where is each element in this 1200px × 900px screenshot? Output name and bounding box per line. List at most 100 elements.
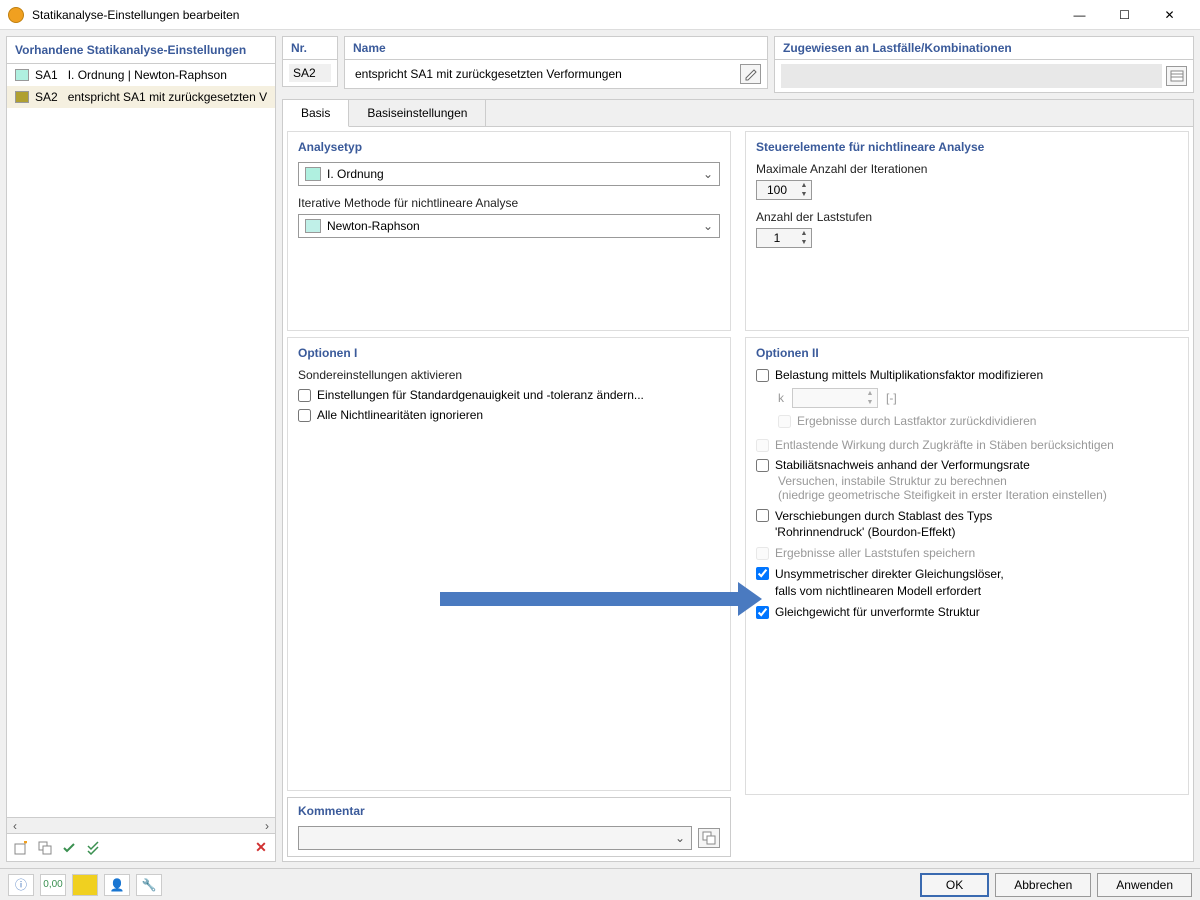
assigned-browse-button[interactable] bbox=[1166, 66, 1187, 86]
chk-divide-box bbox=[778, 415, 791, 428]
chk-precision[interactable]: Einstellungen für Standardgenauigkeit un… bbox=[298, 388, 720, 402]
nr-label: Nr. bbox=[282, 36, 338, 59]
ok-button[interactable]: OK bbox=[920, 873, 989, 897]
controls-section: Steuerelemente für nichtlineare Analyse … bbox=[745, 131, 1189, 331]
chk-ignore-nonlin[interactable]: Alle Nichtlinearitäten ignorieren bbox=[298, 408, 720, 422]
chk-bourdon-box[interactable] bbox=[756, 509, 769, 522]
person-icon: 👤 bbox=[110, 878, 125, 892]
list-item[interactable]: SA2 entspricht SA1 mit zurückgesetzten V bbox=[7, 86, 275, 108]
maximize-button[interactable]: ☐ bbox=[1102, 1, 1147, 29]
delete-button[interactable]: ✕ bbox=[251, 838, 271, 858]
color-swatch bbox=[15, 91, 29, 103]
settings-button[interactable]: 🔧 bbox=[136, 874, 162, 896]
tab-basis[interactable]: Basis bbox=[283, 100, 349, 127]
list-item[interactable]: SA1 I. Ordnung | Newton-Raphson bbox=[7, 64, 275, 86]
spin-up-icon[interactable]: ▲ bbox=[797, 181, 811, 190]
help-button[interactable]: ⓘ bbox=[8, 874, 34, 896]
k-row: k ▲▼ [-] bbox=[756, 388, 1178, 408]
name-input[interactable] bbox=[351, 65, 736, 83]
check-button[interactable] bbox=[59, 838, 79, 858]
window-title: Statikanalyse-Einstellungen bearbeiten bbox=[32, 8, 1057, 22]
chk-tension-box bbox=[756, 439, 769, 452]
close-button[interactable]: ✕ bbox=[1147, 1, 1192, 29]
h-scrollbar[interactable]: ‹ › bbox=[6, 818, 276, 834]
color-swatch bbox=[305, 219, 321, 233]
cancel-button[interactable]: Abbrechen bbox=[995, 873, 1091, 897]
spin-down-icon[interactable]: ▼ bbox=[797, 190, 811, 199]
left-panel: Vorhandene Statikanalyse-Einstellungen S… bbox=[6, 36, 276, 862]
chk-unsym-solver[interactable]: Unsymmetrischer direkter Gleichungslöser… bbox=[756, 566, 1178, 598]
options1-section: Optionen I Sondereinstellungen aktiviere… bbox=[287, 337, 731, 791]
nr-field-group: Nr. bbox=[282, 36, 338, 93]
chk-bourdon[interactable]: Verschiebungen durch Stablast des Typs'R… bbox=[756, 508, 1178, 540]
comment-input[interactable]: ⌄ bbox=[298, 826, 692, 850]
name-field-group: Name bbox=[344, 36, 768, 93]
chk-load-mult[interactable]: Belastung mittels Multiplikationsfaktor … bbox=[756, 368, 1178, 382]
max-iter-spinner[interactable]: ▲▼ bbox=[756, 180, 812, 200]
chk-equilibrium-box[interactable] bbox=[756, 606, 769, 619]
analysis-type-select[interactable]: I. Ordnung ⌄ bbox=[298, 162, 720, 186]
copy-button[interactable] bbox=[35, 838, 55, 858]
item-code: SA2 bbox=[35, 90, 58, 104]
edit-name-button[interactable] bbox=[740, 64, 761, 84]
chk-equilibrium[interactable]: Gleichgewicht für unverformte Struktur bbox=[756, 605, 1178, 619]
check2-button[interactable] bbox=[83, 838, 103, 858]
tab-strip: Basis Basiseinstellungen bbox=[283, 100, 1193, 127]
key-icon: ⓘ bbox=[15, 876, 27, 893]
item-name: I. Ordnung | Newton-Raphson bbox=[68, 68, 227, 82]
chevron-down-icon: ⌄ bbox=[675, 831, 685, 845]
analysis-type-section: Analysetyp I. Ordnung ⌄ Iterative Method… bbox=[287, 131, 731, 331]
load-steps-spinner[interactable]: ▲▼ bbox=[756, 228, 812, 248]
special stable-label: Sondereinstellungen aktivieren bbox=[298, 368, 720, 382]
units-button[interactable]: 0,00 bbox=[40, 874, 66, 896]
chk-precision-box[interactable] bbox=[298, 389, 311, 402]
options2-section: Optionen II Belastung mittels Multiplika… bbox=[745, 337, 1189, 795]
k-spinner: ▲▼ bbox=[792, 388, 878, 408]
tab-basiseinstellungen[interactable]: Basiseinstellungen bbox=[349, 100, 486, 126]
units-icon: 0,00 bbox=[43, 879, 62, 890]
pencil-icon bbox=[744, 67, 758, 81]
assigned-input[interactable] bbox=[781, 64, 1162, 88]
analysis-type-title: Analysetyp bbox=[298, 140, 720, 154]
left-toolbar: ✕ bbox=[6, 834, 276, 862]
color-swatch bbox=[305, 167, 321, 181]
chevron-down-icon: ⌄ bbox=[703, 219, 713, 233]
app-icon bbox=[8, 7, 24, 23]
spin-down-icon[interactable]: ▼ bbox=[797, 238, 811, 247]
nr-input[interactable] bbox=[289, 64, 331, 82]
spin-up-icon[interactable]: ▲ bbox=[797, 229, 811, 238]
chk-stability[interactable]: Stabiliätsnachweis anhand der Verformung… bbox=[756, 458, 1178, 472]
options1-title: Optionen I bbox=[298, 346, 720, 360]
center-panel: Nr. Name Zugewiesen an Lastfälle/Kombina… bbox=[282, 36, 1194, 862]
color-button[interactable] bbox=[72, 874, 98, 896]
minimize-button[interactable]: — bbox=[1057, 1, 1102, 29]
item-name: entspricht SA1 mit zurückgesetzten V bbox=[68, 90, 267, 104]
bottom-toolbar: ⓘ 0,00 👤 🔧 OK Abbrechen Anwenden bbox=[0, 868, 1200, 900]
assigned-label: Zugewiesen an Lastfälle/Kombinationen bbox=[774, 36, 1194, 59]
scroll-left-icon[interactable]: ‹ bbox=[7, 819, 23, 833]
name-label: Name bbox=[344, 36, 768, 59]
copy-icon bbox=[702, 831, 716, 845]
person-button[interactable]: 👤 bbox=[104, 874, 130, 896]
chk-divide: Ergebnisse durch Lastfaktor zurückdividi… bbox=[756, 414, 1178, 428]
chk-save-steps-box bbox=[756, 547, 769, 560]
chevron-down-icon: ⌄ bbox=[703, 167, 713, 181]
analysis-type-value: I. Ordnung bbox=[327, 167, 703, 181]
k-unit: [-] bbox=[886, 391, 897, 405]
chk-load-mult-box[interactable] bbox=[756, 369, 769, 382]
new-button[interactable] bbox=[11, 838, 31, 858]
assigned-field-group: Zugewiesen an Lastfälle/Kombinationen bbox=[774, 36, 1194, 93]
max-iter-input[interactable] bbox=[757, 181, 797, 199]
apply-button[interactable]: Anwenden bbox=[1097, 873, 1192, 897]
iter-method-select[interactable]: Newton-Raphson ⌄ bbox=[298, 214, 720, 238]
chk-ignore-nonlin-box[interactable] bbox=[298, 409, 311, 422]
comment-copy-button[interactable] bbox=[698, 828, 720, 848]
controls-title: Steuerelemente für nichtlineare Analyse bbox=[756, 140, 1178, 154]
chk-unsym-solver-box[interactable] bbox=[756, 567, 769, 580]
chk-stability-box[interactable] bbox=[756, 459, 769, 472]
comment-title: Kommentar bbox=[298, 804, 720, 818]
tabs-container: Basis Basiseinstellungen Analysetyp I. O… bbox=[282, 99, 1194, 862]
settings-list[interactable]: SA1 I. Ordnung | Newton-Raphson SA2 ents… bbox=[6, 63, 276, 818]
load-steps-input[interactable] bbox=[757, 229, 797, 247]
scroll-right-icon[interactable]: › bbox=[259, 819, 275, 833]
